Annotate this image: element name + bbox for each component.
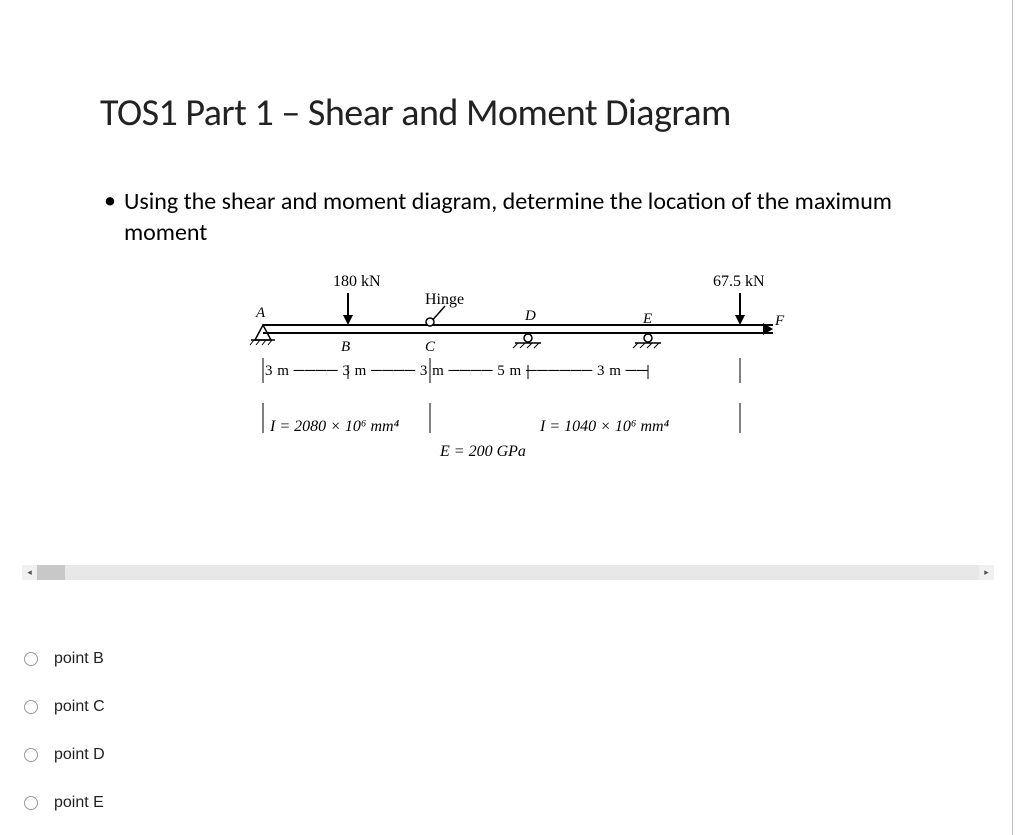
radio-icon[interactable]	[24, 652, 38, 666]
dimension-row: 3 m ──── 3 m ──── 3 m ──── 5 m ────── 3 …	[265, 363, 648, 380]
scroll-thumb[interactable]	[37, 565, 65, 580]
bullet-glyph: •	[104, 186, 116, 215]
instruction-bullet: • Using the shear and moment diagram, de…	[100, 186, 950, 248]
point-a-label: A	[256, 305, 265, 322]
window-border	[1012, 0, 1013, 835]
inertia-2-label: I = 1040 × 10⁶ mm⁴	[540, 418, 669, 436]
modulus-label: E = 200 GPa	[440, 443, 526, 461]
slide-content: TOS1 Part 1 – Shear and Moment Diagram •…	[0, 0, 990, 473]
radio-icon[interactable]	[24, 796, 38, 810]
point-e-label: E	[643, 311, 652, 328]
scroll-right-arrow[interactable]: ▸	[979, 565, 994, 580]
hinge-label: Hinge	[425, 291, 464, 309]
option-label: point E	[54, 794, 104, 812]
inertia-1-label: I = 2080 × 10⁶ mm⁴	[270, 418, 399, 436]
load-2-label: 67.5 kN	[713, 273, 765, 291]
radio-icon[interactable]	[24, 700, 38, 714]
instruction-text: Using the shear and moment diagram, dete…	[124, 186, 950, 248]
horizontal-scrollbar[interactable]: ◂ ▸	[22, 565, 994, 580]
answer-options: point B point C point D point E	[24, 635, 105, 827]
point-c-label: C	[425, 339, 435, 356]
radio-icon[interactable]	[24, 748, 38, 762]
beam-diagram: 180 kN 67.5 kN Hinge A B C D E F 3 m ───…	[245, 273, 805, 473]
point-f-label: F	[775, 313, 784, 330]
option-label: point D	[54, 746, 105, 764]
option-point-e[interactable]: point E	[24, 779, 105, 827]
option-label: point B	[54, 650, 104, 668]
option-point-b[interactable]: point B	[24, 635, 105, 683]
page-title: TOS1 Part 1 – Shear and Moment Diagram	[100, 90, 950, 136]
option-point-c[interactable]: point C	[24, 683, 105, 731]
point-d-label: D	[525, 308, 536, 325]
option-label: point C	[54, 698, 105, 716]
load-1-label: 180 kN	[333, 273, 381, 291]
scroll-track[interactable]	[37, 565, 979, 580]
option-point-d[interactable]: point D	[24, 731, 105, 779]
point-b-label: B	[341, 339, 350, 356]
scroll-left-arrow[interactable]: ◂	[22, 565, 37, 580]
